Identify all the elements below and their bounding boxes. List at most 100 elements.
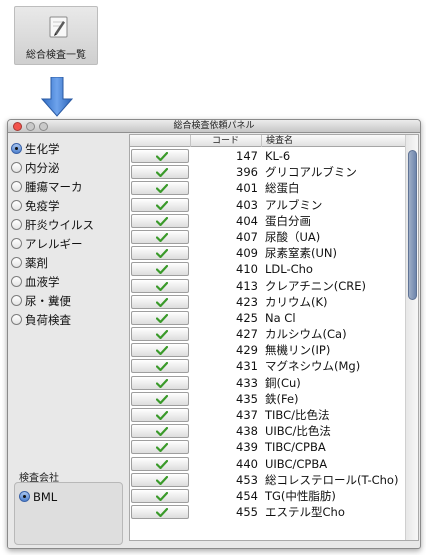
category-radio-group: 生化学内分泌腫瘍マーカ 免疫学肝炎ウイルスアレルギー 薬剤 血液学 尿・糞便負荷検査 (11, 139, 94, 329)
category-label: 内分泌 (25, 160, 60, 175)
launcher-button[interactable]: 総合検査一覧 (14, 6, 98, 65)
check-button[interactable] (131, 440, 189, 455)
checkmark-icon (156, 168, 168, 178)
category-option[interactable]: 生化学 (11, 139, 94, 158)
checkmark-icon (156, 443, 168, 453)
check-button[interactable] (131, 456, 189, 471)
check-button[interactable] (131, 246, 189, 261)
cell-name: 銅(Cu) (265, 375, 301, 390)
check-button[interactable] (131, 149, 189, 163)
cell-name: カルシウム(Ca) (265, 327, 347, 342)
check-button[interactable] (131, 294, 189, 309)
cell-code: 431 (236, 359, 258, 374)
check-button[interactable] (131, 424, 189, 439)
radio-unselected-icon[interactable] (11, 276, 22, 287)
cell-code: 425 (236, 310, 258, 325)
check-button[interactable] (131, 488, 189, 503)
check-button[interactable] (131, 229, 189, 244)
company-option-bml[interactable]: BML (19, 487, 57, 506)
checkmark-icon (156, 491, 168, 501)
cell-name: 総コレステロール(T-Cho) (265, 472, 399, 487)
check-button[interactable] (131, 327, 189, 342)
cell-name: 無機リン(IP) (265, 343, 331, 358)
checkmark-icon (156, 508, 168, 518)
table-row: 433 銅(Cu) (130, 375, 406, 391)
check-button[interactable] (131, 165, 189, 180)
cell-code: 403 (236, 197, 258, 212)
checkmark-icon (156, 330, 168, 340)
checkmark-icon (156, 459, 168, 469)
category-option[interactable]: 薬剤 (11, 253, 94, 272)
table-row: 438 UIBC/比色法 (130, 423, 406, 439)
cell-code: 401 (236, 181, 258, 196)
cell-name: KL-6 (265, 149, 291, 163)
checkmark-icon (156, 378, 168, 388)
cell-name: TIBC/CPBA (265, 440, 326, 455)
category-option[interactable]: 内分泌 (11, 158, 94, 177)
radio-unselected-icon[interactable] (11, 314, 22, 325)
category-option[interactable]: 免疫学 (11, 196, 94, 215)
vertical-scrollbar[interactable] (405, 135, 418, 540)
column-header-name[interactable]: 検査名 (261, 135, 406, 147)
radio-unselected-icon[interactable] (11, 162, 22, 173)
check-button[interactable] (131, 262, 189, 277)
table-row: 425 Na Cl (130, 310, 406, 326)
checkmark-icon (156, 200, 168, 210)
cell-code: 438 (236, 424, 258, 439)
radio-unselected-icon[interactable] (11, 257, 22, 268)
scrollbar-thumb[interactable] (408, 150, 417, 300)
cell-code: 407 (236, 229, 258, 244)
radio-unselected-icon[interactable] (11, 295, 22, 306)
category-label: 負荷検査 (25, 312, 71, 327)
window-titlebar[interactable]: 総合検査依頼パネル (8, 120, 420, 133)
radio-unselected-icon[interactable] (11, 200, 22, 211)
check-button[interactable] (131, 391, 189, 406)
category-option[interactable]: 腫瘍マーカ (11, 177, 94, 196)
cell-name: TG(中性脂肪) (265, 488, 336, 503)
radio-unselected-icon[interactable] (11, 238, 22, 249)
category-option[interactable]: 尿・糞便 (11, 291, 94, 310)
category-option[interactable]: 血液学 (11, 272, 94, 291)
launcher-label: 総合検査一覧 (26, 50, 86, 61)
check-button[interactable] (131, 375, 189, 390)
check-button[interactable] (131, 197, 189, 212)
check-button[interactable] (131, 472, 189, 487)
cell-name: Na Cl (265, 310, 296, 325)
column-header-code[interactable]: コード (190, 135, 260, 147)
category-option[interactable]: アレルギー (11, 234, 94, 253)
check-button[interactable] (131, 310, 189, 325)
radio-unselected-icon[interactable] (11, 219, 22, 230)
cell-name: エステル型Cho (265, 505, 345, 520)
table-row: 455 エステル型Cho (130, 504, 406, 520)
category-label: 肝炎ウイルス (25, 217, 94, 232)
checkmark-icon (156, 265, 168, 275)
checkmark-icon (156, 411, 168, 420)
checkmark-icon (156, 297, 168, 307)
table-row: 423 カリウム(K) (130, 294, 406, 310)
radio-unselected-icon[interactable] (11, 181, 22, 192)
check-button[interactable] (131, 181, 189, 196)
category-label: 生化学 (25, 141, 60, 156)
test-request-window: 総合検査依頼パネル 生化学内分泌腫瘍マーカ 免疫学肝炎ウイルスアレルギー 薬剤 血液学… (7, 119, 421, 549)
cell-name: グリコアルブミン (265, 165, 357, 180)
down-arrow-icon (41, 77, 73, 117)
category-option[interactable]: 負荷検査 (11, 310, 94, 329)
check-button[interactable] (131, 359, 189, 374)
table-row: 431 マグネシウム(Mg) (130, 358, 406, 374)
checkmark-icon (156, 346, 168, 356)
cell-code: 404 (236, 213, 258, 228)
radio-selected-icon[interactable] (11, 143, 22, 154)
cell-code: 427 (236, 327, 258, 342)
cell-code: 453 (236, 472, 258, 487)
category-option[interactable]: 肝炎ウイルス (11, 215, 94, 234)
check-button[interactable] (131, 505, 189, 520)
checkmark-icon (156, 281, 168, 291)
cell-code: 410 (236, 262, 258, 277)
radio-selected-icon[interactable] (19, 491, 30, 502)
check-button[interactable] (131, 213, 189, 228)
cell-name: カリウム(K) (265, 294, 328, 309)
check-button[interactable] (131, 278, 189, 293)
cell-name: 尿素窒素(UN) (265, 246, 337, 261)
check-button[interactable] (131, 343, 189, 358)
check-button[interactable] (131, 408, 189, 422)
